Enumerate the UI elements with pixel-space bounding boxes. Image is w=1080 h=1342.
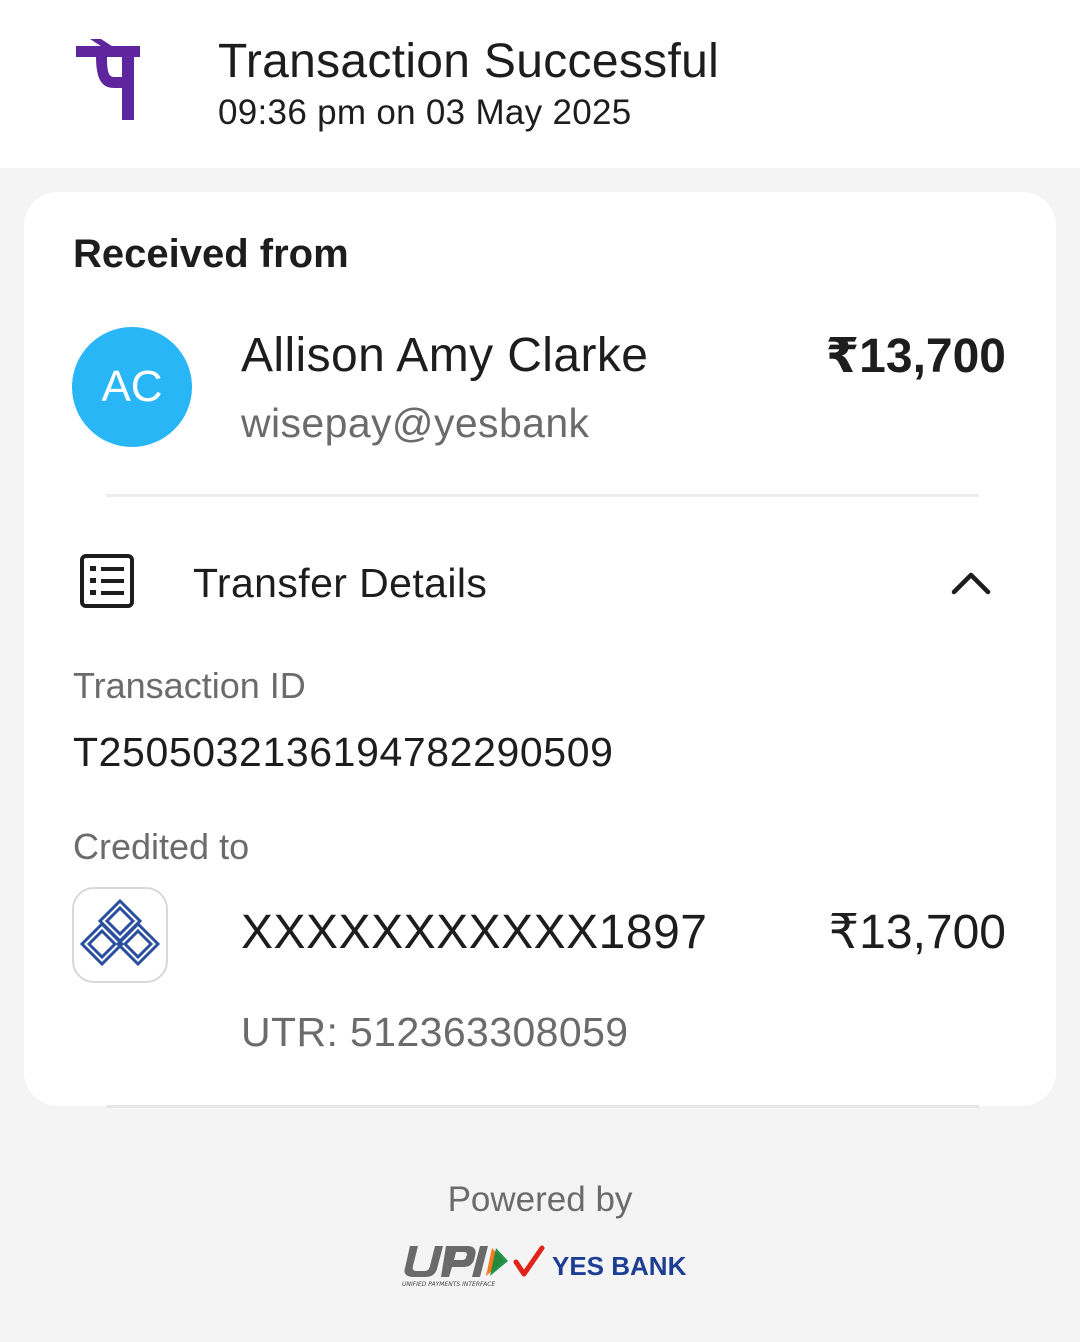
svg-text:UNIFIED PAYMENTS INTERFACE: UNIFIED PAYMENTS INTERFACE [402,1281,495,1288]
credited-to-label: Credited to [73,826,250,867]
avatar: AC [72,327,192,447]
credited-account-number: XXXXXXXXXXX1897 [241,906,708,959]
transaction-card: Received from AC Allison Amy Clarke wise… [24,192,1056,1106]
powered-by-label: Powered by [447,1180,633,1219]
utr-number: UTR: 512363308059 [241,1009,629,1055]
divider [106,494,979,497]
sender-name: Allison Amy Clarke [241,329,649,382]
sender-vpa: wisepay@yesbank [241,400,590,446]
receipt-list-icon [79,553,135,609]
transaction-amount: ₹13,700 [825,330,1006,383]
page-title: Transaction Successful [218,35,720,88]
transaction-id-value: T2505032136194782290509 [73,729,614,775]
header: Transaction Successful 09:36 pm on 03 Ma… [0,0,1080,168]
phonepe-logo-icon [70,34,146,130]
upi-yes-bank-logo-icon: UNIFIED PAYMENTS INTERFACE YES BANK [402,1245,687,1288]
divider [106,1105,979,1108]
partner-logos: UNIFIED PAYMENTS INTERFACE YES BANK [400,1240,690,1288]
received-from-label: Received from [73,232,349,276]
svg-text:YES BANK: YES BANK [552,1251,687,1281]
transfer-details-title: Transfer Details [193,560,488,606]
chevron-up-icon[interactable] [950,562,992,600]
transaction-id-label: Transaction ID [73,665,306,706]
bank-logo-icon [72,887,168,983]
credited-amount: ₹13,700 [828,906,1006,959]
transaction-datetime: 09:36 pm on 03 May 2025 [218,93,632,132]
transfer-details-toggle[interactable]: Transfer Details [24,542,1056,622]
